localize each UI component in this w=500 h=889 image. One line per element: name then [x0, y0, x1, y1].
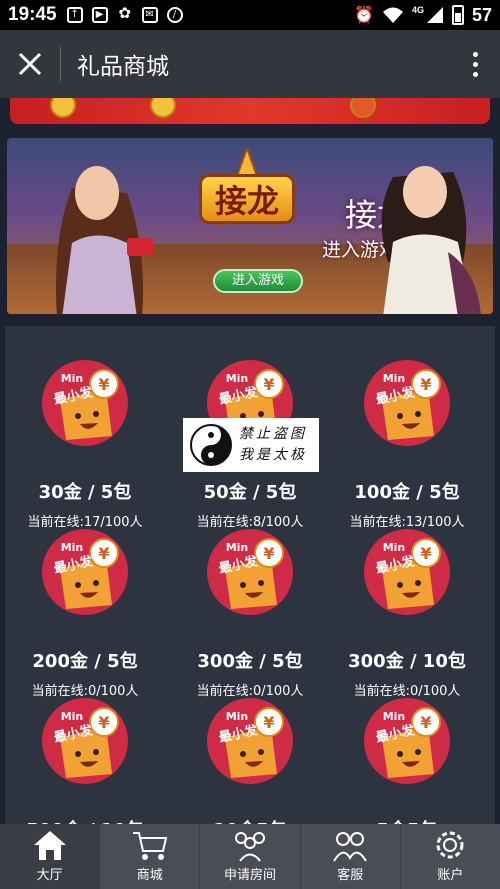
room-title: 200金 / 5包: [32, 651, 138, 672]
min-bet-badge-icon: ¥Min最小发: [364, 698, 450, 784]
promo-banner-strip[interactable]: [10, 98, 490, 124]
group-icon: [235, 832, 265, 862]
home-icon: [33, 831, 66, 860]
room-card[interactable]: ¥ Min 最小发 30金 / 5包 当前在线:17/100人: [5, 350, 165, 530]
status-system-icons: ⏰ 4G 57: [354, 5, 492, 26]
watermark-line: 我是太极: [239, 447, 307, 463]
svg-text:Min: Min: [61, 372, 84, 385]
enter-game-button[interactable]: 进入游戏: [213, 269, 303, 293]
battery-level: 57: [471, 4, 492, 25]
svg-text:¥: ¥: [263, 713, 274, 732]
svg-text:Min: Min: [61, 710, 84, 723]
min-bet-badge-icon: ¥Min最小发: [42, 698, 128, 784]
room-card[interactable]: ¥ Min 最小发 300金 / 5包 当前在线:0/100人: [170, 519, 330, 699]
watermark-line: 禁止盗图: [239, 426, 307, 442]
min-bet-badge-icon: ¥Min最小发: [364, 529, 450, 615]
svg-text:Min: Min: [383, 710, 406, 723]
svg-text:Min: Min: [383, 541, 406, 554]
svg-text:¥: ¥: [420, 713, 431, 732]
mail-icon: ✉: [141, 7, 158, 23]
status-time: 19:45: [8, 4, 57, 25]
min-bet-badge-icon: ¥Min最小发: [207, 698, 293, 784]
nav-label: 申请房间: [224, 868, 277, 883]
page-title: 礼品商城: [77, 54, 169, 80]
svg-text:Min: Min: [61, 541, 84, 554]
bottom-nav: 大厅 商城 申请房间 客服 账户: [0, 824, 500, 889]
watermark-text: 禁止盗图 我是太极: [239, 424, 307, 466]
svg-text:¥: ¥: [98, 375, 109, 394]
app-bar: 礼品商城: [0, 30, 500, 98]
min-bet-badge-icon: ¥Min最小发: [364, 360, 450, 446]
room-grid: ¥ Min 最小发 30金 / 5包 当前在线:17/100人 ¥ Min 最小发 50…: [5, 326, 495, 841]
nav-label: 商城: [136, 868, 163, 883]
nav-label: 客服: [337, 868, 364, 883]
more-dot: [472, 71, 478, 77]
svg-text:Min: Min: [383, 372, 406, 385]
nav-item-shop[interactable]: 商城: [100, 824, 201, 889]
paw-icon: ✿: [118, 4, 131, 22]
min-bet-badge-icon: ¥Min最小发: [42, 360, 128, 446]
room-title: 50金 / 5包: [203, 482, 297, 503]
app-bar-divider: [60, 47, 61, 81]
yin-yang-icon: [190, 424, 232, 466]
svg-text:Min: Min: [226, 710, 249, 723]
network-type: 4G: [411, 4, 424, 15]
nav-label: 账户: [437, 868, 464, 883]
room-title: 300金 / 5包: [197, 651, 303, 672]
close-icon: [18, 52, 42, 76]
svg-text:¥: ¥: [98, 713, 109, 732]
svg-text:¥: ¥: [263, 375, 274, 394]
svg-text:¥: ¥: [420, 375, 431, 394]
svg-text:¥: ¥: [420, 544, 431, 563]
more-dot: [472, 61, 478, 67]
svg-text:¥: ¥: [98, 544, 109, 563]
nav-item-account[interactable]: 账户: [401, 824, 500, 889]
game-logo: 接龙: [199, 174, 295, 224]
nav-item-apply-room[interactable]: 申请房间: [200, 824, 301, 889]
cart-icon: [132, 832, 168, 860]
nav-label: 大厅: [36, 868, 63, 883]
lantern-icon: [350, 98, 376, 118]
watermark: 禁止盗图 我是太极: [183, 418, 319, 472]
nav-item-support[interactable]: 客服: [301, 824, 401, 889]
support-icon: [333, 832, 368, 862]
room-title: 100金 / 5包: [354, 482, 460, 503]
game-banner[interactable]: 接龙 进入游戏 接龙 进入游戏: [7, 138, 493, 314]
blocked-icon: /: [166, 7, 183, 23]
svg-text:¥: ¥: [263, 544, 274, 563]
gold-coin-icon: [150, 98, 176, 118]
room-title: 30金 / 5包: [38, 482, 132, 503]
alarm-icon: ⏰: [354, 7, 374, 24]
gold-ingot-icon: [50, 98, 76, 118]
room-card[interactable]: ¥ Min 最小发 200金 / 5包 当前在线:0/100人: [5, 519, 165, 699]
svg-text:Min: Min: [226, 372, 249, 385]
room-card[interactable]: ¥ Min 最小发 100金 / 5包 当前在线:13/100人: [327, 350, 487, 530]
wifi-icon: [382, 7, 403, 23]
min-bet-badge-icon: ¥Min最小发: [207, 529, 293, 615]
close-button[interactable]: [0, 30, 60, 98]
play-icon: ▶: [91, 7, 108, 23]
more-options-button[interactable]: [450, 30, 500, 98]
status-bar: 19:45 ↑ ▶ ✿ ✉ / ⏰ 4G 57: [0, 0, 500, 30]
character-right-image: [381, 166, 481, 314]
svg-text:Min: Min: [226, 541, 249, 554]
more-vertical-icon: [472, 51, 478, 57]
min-bet-badge-icon: ¥Min最小发: [42, 529, 128, 615]
battery-icon: [451, 5, 464, 25]
signal-icon: [426, 7, 443, 23]
character-left-image: [56, 166, 153, 314]
room-card[interactable]: ¥ Min 最小发 300金 / 10包 当前在线:0/100人: [327, 519, 487, 699]
room-title: 300金 / 10包: [348, 651, 466, 672]
nav-item-lobby[interactable]: 大厅: [0, 824, 101, 889]
status-notification-icons: ↑ ▶ ✿ ✉ /: [66, 4, 183, 23]
gear-icon: [436, 831, 464, 859]
upload-icon: ↑: [66, 7, 83, 23]
